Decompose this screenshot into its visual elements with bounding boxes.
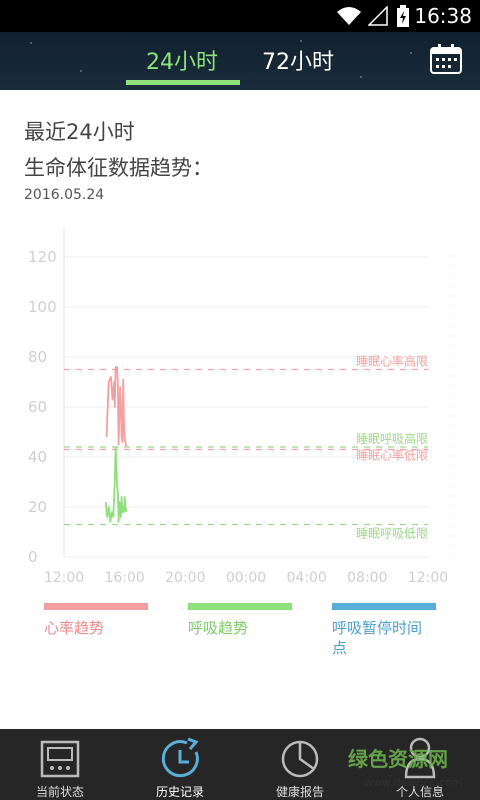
y-tick-label: 40 (28, 448, 47, 466)
signal-icon (368, 6, 388, 26)
reference-line-label: 睡眠心率低限 (356, 448, 428, 463)
battery-charging-icon (397, 5, 409, 27)
legend-label-breathing: 呼吸趋势 (188, 619, 249, 637)
active-tab-indicator (126, 80, 240, 85)
nav-label-health-report: 健康报告 (275, 785, 324, 799)
nav-item-history[interactable]: 历史记录 (120, 729, 240, 800)
date-label: 2016.05.24 (24, 187, 105, 203)
legend-swatch-apnea (332, 603, 436, 610)
page-title: 最近24小时 (24, 120, 135, 144)
series-line-breathing (104, 446, 128, 523)
x-tick-label: 08:00 (347, 570, 387, 586)
x-tick-label: 12:00 (408, 570, 448, 586)
x-tick-label: 00:00 (226, 570, 266, 586)
tab-72h[interactable]: 72小时 (246, 44, 350, 76)
header: 24小时 72小时 (0, 32, 480, 90)
calendar-icon[interactable] (430, 44, 462, 74)
history-clock-icon (161, 738, 199, 778)
x-tick-label: 04:00 (286, 570, 326, 586)
y-tick-label: 120 (28, 248, 57, 266)
y-tick-label: 0 (28, 548, 38, 566)
nav-item-current-status[interactable]: 当前状态 (0, 729, 120, 800)
x-tick-label: 20:00 (165, 570, 205, 586)
reference-line-label: 睡眠心率高限 (356, 354, 428, 369)
x-tick-label: 12:00 (44, 570, 84, 586)
watermark-logo: 绿色资源网 www.downcc.com (348, 747, 462, 789)
legend-label-apnea: 呼吸暂停时间点 (332, 619, 423, 657)
status-bar: 16:38 (0, 0, 480, 32)
wifi-icon (337, 7, 361, 25)
device-icon (40, 740, 80, 778)
nav-item-health-report[interactable]: 健康报告 (240, 729, 360, 800)
legend-swatch-breathing (188, 603, 292, 610)
reference-line-label: 睡眠呼吸低限 (356, 527, 428, 541)
svg-text:www.downcc.com: www.downcc.com (364, 776, 462, 789)
svg-text:绿色资源网: 绿色资源网 (348, 747, 448, 771)
y-tick-label: 80 (28, 348, 47, 366)
nav-label-history: 历史记录 (155, 785, 204, 799)
y-tick-label: 60 (28, 398, 47, 416)
nav-label-current-status: 当前状态 (35, 785, 84, 799)
y-tick-label: 100 (28, 298, 57, 316)
x-tick-label: 16:00 (104, 570, 144, 586)
page-subtitle: 生命体征数据趋势： (24, 156, 213, 180)
tab-24h[interactable]: 24小时 (130, 44, 234, 76)
reference-line-label: 睡眠呼吸高限 (356, 431, 428, 446)
status-time: 16:38 (414, 4, 472, 28)
vital-signs-chart: 0 20 40 60 80 100 120 睡眠心率高限睡眠呼吸高限睡眠心率低限睡眠呼吸低限 1… (28, 227, 455, 586)
legend-swatch-heart-rate (44, 603, 148, 610)
y-tick-label: 20 (28, 498, 47, 516)
pie-chart-icon (281, 740, 319, 778)
legend-label-heart-rate: 心率趋势 (44, 619, 105, 637)
